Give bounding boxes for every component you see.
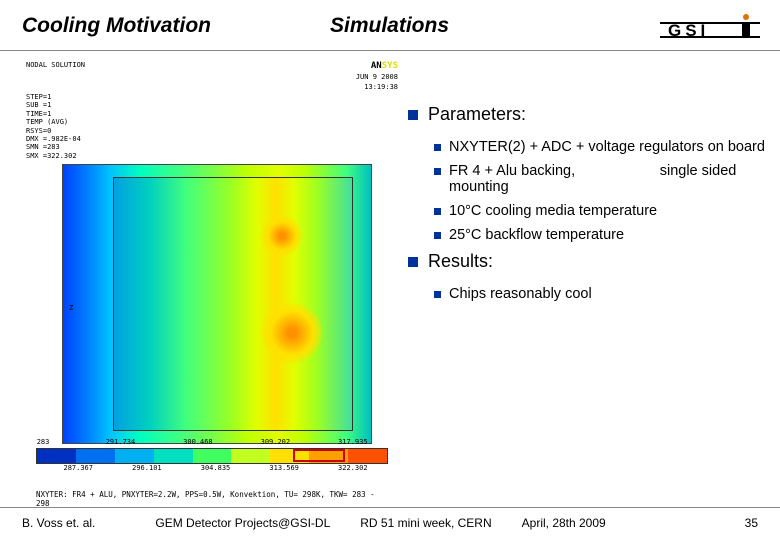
logo-text: GSI [668,21,709,40]
hotspot-icon [262,216,302,256]
colorbar-segment [154,449,193,463]
hotspot-icon [262,303,322,363]
result-text: Chips reasonably cool [449,286,592,302]
sim-date: JUN 9 2008 [356,73,398,81]
footer-page: 35 [745,516,758,530]
title-left: Cooling Motivation [22,14,211,38]
simulation-figure: NODAL SOLUTION ANSYS JUN 9 2008 13:19:38… [22,59,402,510]
colorbar-segment [37,449,76,463]
colorbar-tick-label: 317.935 [338,438,368,446]
sim-meta-line: SMN =283 [26,143,398,151]
colorbar [36,448,388,464]
nodal-solution-label: NODAL SOLUTION [26,61,85,71]
bullet-icon [434,232,441,239]
footer-date: April, 28th 2009 [522,516,606,530]
colorbar-tick-label: 313.569 [269,464,299,472]
parameter-item: NXYTER(2) + ADC + voltage regulators on … [434,139,770,155]
parameter-item: 10°C cooling media temperature [434,203,770,219]
result-item: Chips reasonably cool [434,286,770,302]
results-heading: Results: [428,251,493,272]
parameter-text: 25°C backflow temperature [449,227,624,243]
bullet-icon [408,257,418,267]
colorbar-segment [309,449,348,463]
colorbar-segment [270,449,309,463]
sim-meta-line: DMX =.982E-04 [26,135,398,143]
sim-meta-line: RSYS=0 [26,127,398,135]
colorbar-tick-label: 283 [37,438,50,446]
parameters-heading: Parameters: [428,104,526,125]
sim-meta-line: TIME=1 [26,110,398,118]
colorbar-tick-label: 300.468 [183,438,213,446]
colorbar-segment [193,449,232,463]
parameter-text: NXYTER(2) + ADC + voltage regulators on … [449,139,765,155]
text-content: Parameters: NXYTER(2) + ADC + voltage re… [408,59,770,510]
bullet-icon [434,208,441,215]
colorbar-tick-label: 322.302 [338,464,368,472]
bullet-icon [434,291,441,298]
parameter-text: 10°C cooling media temperature [449,203,657,219]
sim-meta: STEP=1SUB =1TIME=1TEMP (AVG)RSYS=0DMX =.… [22,93,402,160]
bullet-icon [434,168,441,175]
bullet-icon [434,144,441,151]
colorbar-segment [115,449,154,463]
footer-project: GEM Detector Projects@GSI-DL [155,516,330,530]
sim-meta-line: TEMP (AVG) [26,118,398,126]
colorbar-tick-label: 309.202 [261,438,291,446]
parameter-item: FR 4 + Alu backing, single sided mountin… [434,163,770,195]
sim-meta-line: SMX =322.302 [26,152,398,160]
bullet-icon [408,110,418,120]
colorbar-segment [348,449,387,463]
footer-author: B. Voss et. al. [22,516,95,530]
sim-meta-line: SUB =1 [26,101,398,109]
parameter-text: FR 4 + Alu backing, single sided mountin… [449,163,770,195]
colorbar-tick-label: 291.734 [106,438,136,446]
colorbar-tick-label: 287.367 [63,464,93,472]
colorbar-tick-label: 296.101 [132,464,162,472]
colorbar-segment [76,449,115,463]
footer-conference: RD 51 mini week, CERN [360,516,491,530]
colorbar-segment [231,449,270,463]
parameter-item: 25°C backflow temperature [434,227,770,243]
ansys-logo: ANSYS [371,61,398,71]
sim-meta-line: STEP=1 [26,93,398,101]
gsi-logo: GSI [660,14,760,45]
title-center: Simulations [330,14,449,38]
slide-header: Cooling Motivation Simulations GSI [0,0,780,44]
sim-time: 13:19:38 [364,83,398,91]
colorbar-tick-label: 304.835 [201,464,231,472]
heatmap-plot: Z [62,164,372,444]
z-axis-label: Z [69,304,73,312]
main-area: NODAL SOLUTION ANSYS JUN 9 2008 13:19:38… [0,51,780,510]
slide-footer: B. Voss et. al. GEM Detector Projects@GS… [0,507,780,530]
